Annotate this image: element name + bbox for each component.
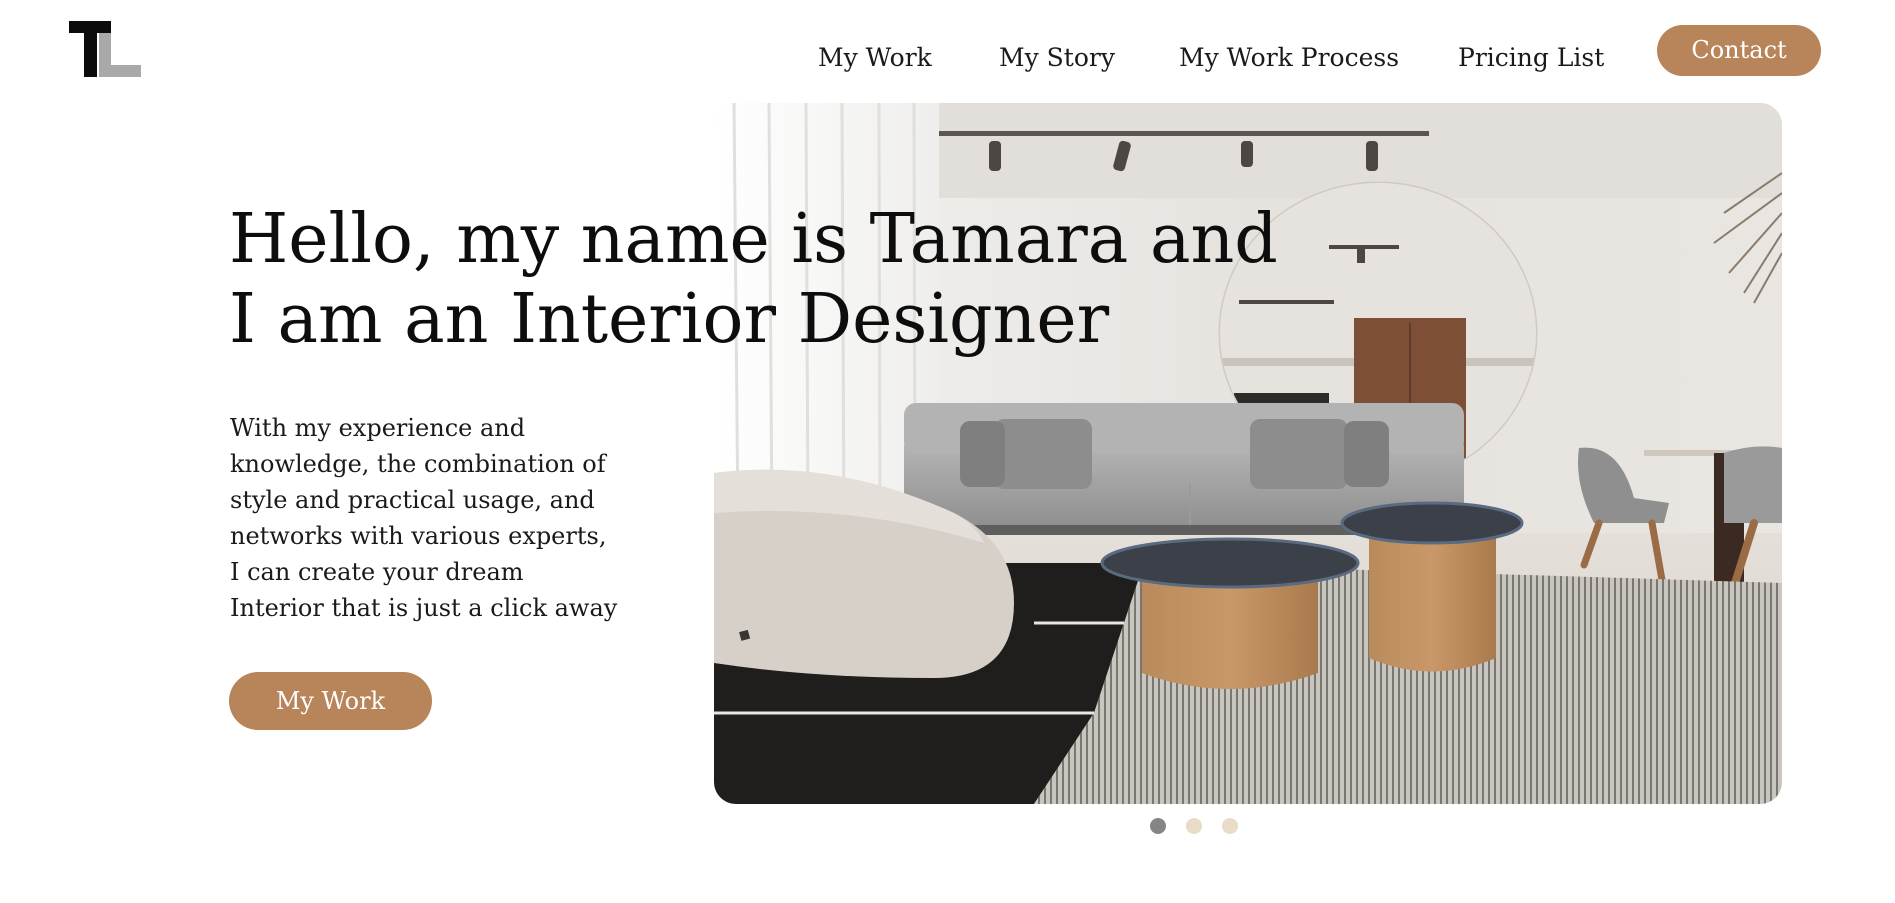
hero-description-line: I can create your dream (230, 558, 524, 586)
hero-description-line: networks with various experts, (230, 522, 607, 550)
hero-description-line: Interior that is just a click away (230, 594, 618, 622)
hero-title: Hello, my name is Tamara and I am an Int… (229, 200, 1278, 360)
contact-button[interactable]: Contact (1657, 25, 1821, 76)
nav-item-pricing-list[interactable]: Pricing List (1458, 40, 1604, 76)
hero-description-line: With my experience and (230, 414, 526, 442)
carousel-dot-1[interactable] (1150, 818, 1166, 834)
nav-item-my-work-process[interactable]: My Work Process (1179, 40, 1399, 76)
nav-item-my-story[interactable]: My Story (999, 40, 1115, 76)
main-nav: My Work My Story My Work Process Pricing… (0, 40, 1895, 76)
hero-description-line: knowledge, the combination of (230, 450, 606, 478)
my-work-button[interactable]: My Work (229, 672, 432, 730)
hero-title-line: Hello, my name is Tamara and (229, 200, 1278, 279)
nav-item-my-work[interactable]: My Work (818, 40, 932, 76)
hero-description-line: style and practical usage, and (230, 486, 595, 514)
carousel-dot-3[interactable] (1222, 818, 1238, 834)
hero-description: With my experience and knowledge, the co… (230, 410, 650, 626)
hero-title-line: I am an Interior Designer (229, 280, 1110, 359)
carousel-dot-2[interactable] (1186, 818, 1202, 834)
